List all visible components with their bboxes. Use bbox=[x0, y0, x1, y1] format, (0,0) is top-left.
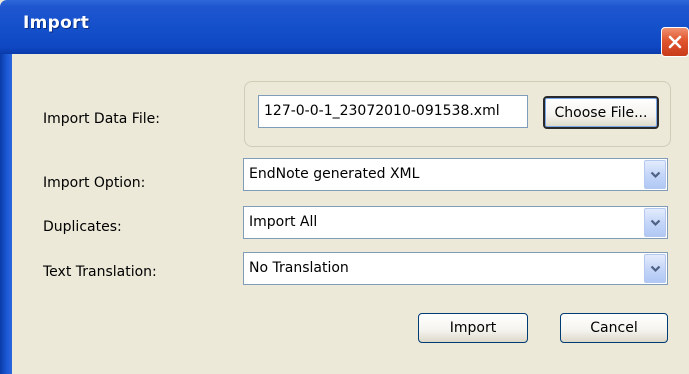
window-frame-left bbox=[0, 54, 12, 374]
duplicates-label: Duplicates: bbox=[43, 219, 122, 235]
import-dialog: Import Import Data File: 127-0-0-1_23072… bbox=[0, 0, 689, 374]
text-translation-value: No Translation bbox=[249, 260, 349, 276]
import-option-value: EndNote generated XML bbox=[249, 166, 420, 182]
chevron-down-icon bbox=[650, 171, 660, 178]
import-data-file-label: Import Data File: bbox=[43, 111, 160, 127]
cancel-button[interactable]: Cancel bbox=[560, 313, 668, 343]
import-button[interactable]: Import bbox=[418, 313, 528, 343]
chevron-down-icon bbox=[650, 265, 660, 272]
import-file-input[interactable]: 127-0-0-1_23072010-091538.xml bbox=[258, 95, 528, 128]
duplicates-value: Import All bbox=[249, 214, 318, 230]
import-option-dropdown-button[interactable] bbox=[644, 160, 666, 189]
text-translation-dropdown-button[interactable] bbox=[644, 254, 666, 283]
title-bar[interactable]: Import bbox=[0, 0, 689, 54]
import-option-select[interactable]: EndNote generated XML bbox=[243, 158, 668, 191]
duplicates-select[interactable]: Import All bbox=[243, 206, 668, 239]
import-option-label: Import Option: bbox=[43, 175, 146, 191]
text-translation-select[interactable]: No Translation bbox=[243, 252, 668, 285]
close-button[interactable] bbox=[661, 27, 689, 57]
duplicates-dropdown-button[interactable] bbox=[644, 208, 666, 237]
close-x-icon bbox=[668, 35, 682, 49]
text-translation-label: Text Translation: bbox=[43, 264, 157, 280]
chevron-down-icon bbox=[650, 219, 660, 226]
window-title: Import bbox=[23, 13, 90, 33]
choose-file-button[interactable]: Choose File... bbox=[543, 96, 659, 129]
